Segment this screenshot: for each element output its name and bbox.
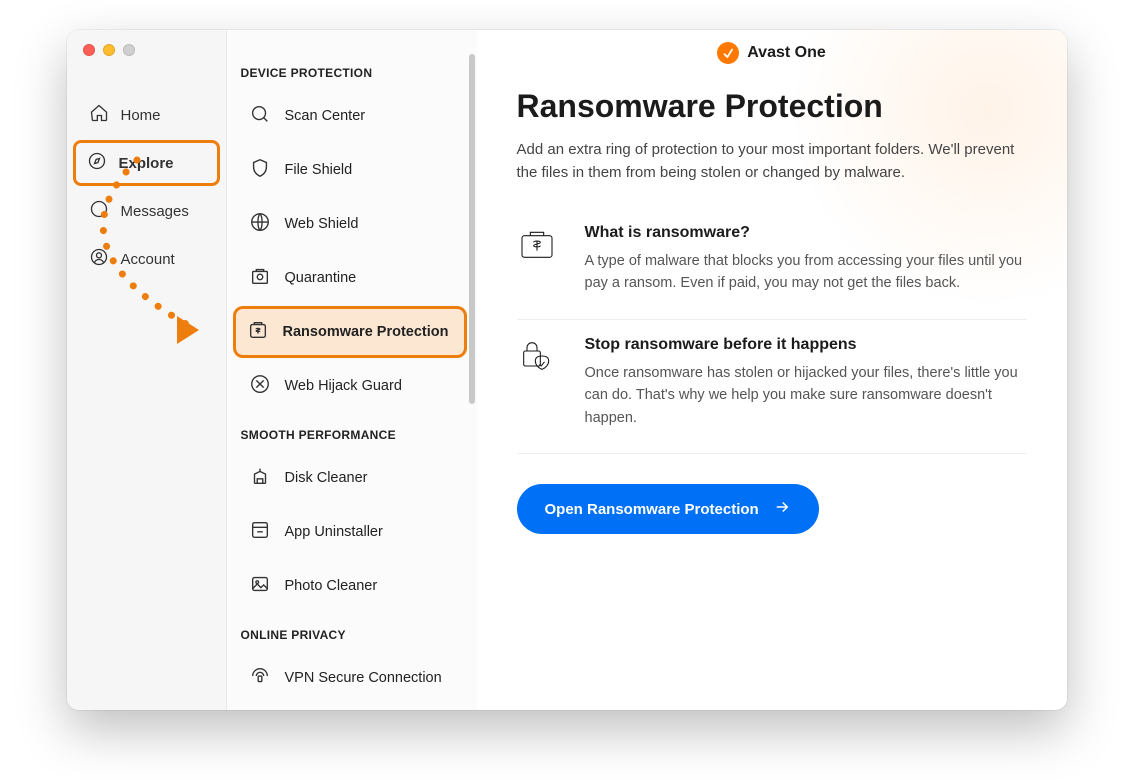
- explore-item-label: Scan Center: [285, 108, 366, 124]
- zoom-window-button[interactable]: [123, 44, 135, 56]
- messages-icon: [89, 199, 109, 223]
- explore-item-app-uninstaller[interactable]: App Uninstaller: [235, 506, 465, 558]
- explore-item-label: App Uninstaller: [285, 524, 383, 540]
- explore-item-label: Web Shield: [285, 216, 359, 232]
- app-window: Home Explore Messages Account DEVICE PRO…: [67, 30, 1067, 710]
- hijack-guard-icon: [249, 373, 271, 399]
- minimize-window-button[interactable]: [103, 44, 115, 56]
- info-block-what-is: What is ransomware? A type of malware th…: [517, 212, 1027, 315]
- sidebar-item-label: Home: [121, 107, 161, 124]
- avast-logo-icon: [717, 42, 739, 64]
- sidebar-item-account[interactable]: Account: [75, 236, 218, 282]
- explore-item-photo-cleaner[interactable]: Photo Cleaner: [235, 560, 465, 612]
- vpn-icon: [249, 665, 271, 691]
- search-icon: [249, 103, 271, 129]
- disk-cleaner-icon: [249, 465, 271, 491]
- primary-sidebar: Home Explore Messages Account: [67, 30, 227, 710]
- explore-item-disk-cleaner[interactable]: Disk Cleaner: [235, 452, 465, 504]
- info-body: A type of malware that blocks you from a…: [585, 250, 1027, 295]
- button-label: Open Ransomware Protection: [545, 501, 759, 518]
- section-header-device-protection: DEVICE PROTECTION: [227, 52, 473, 88]
- divider: [517, 319, 1027, 320]
- explore-item-label: Ransomware Protection: [283, 324, 449, 340]
- sidebar-item-label: Messages: [121, 203, 189, 220]
- explore-panel: DEVICE PROTECTION Scan Center File Shiel…: [227, 30, 477, 710]
- window-traffic-lights: [83, 44, 135, 56]
- explore-item-label: Photo Cleaner: [285, 578, 378, 594]
- section-header-online-privacy: ONLINE PRIVACY: [227, 614, 473, 650]
- explore-item-data-breach[interactable]: Data Breach Monitoring: [235, 706, 465, 710]
- quarantine-icon: [249, 265, 271, 291]
- sidebar-item-messages[interactable]: Messages: [75, 188, 218, 234]
- brand-name: Avast One: [747, 44, 826, 62]
- briefcase-dollar-icon: [517, 224, 561, 295]
- sidebar-item-explore[interactable]: Explore: [73, 140, 220, 186]
- main-content: Avast One Ransomware Protection Add an e…: [477, 30, 1067, 710]
- explore-item-quarantine[interactable]: Quarantine: [235, 252, 465, 304]
- ransom-icon: [247, 319, 269, 345]
- uninstaller-icon: [249, 519, 271, 545]
- page-subtitle: Add an extra ring of protection to your …: [517, 139, 1027, 184]
- compass-icon: [87, 151, 107, 175]
- info-block-stop: Stop ransomware before it happens Once r…: [517, 324, 1027, 449]
- sidebar-item-home[interactable]: Home: [75, 92, 218, 138]
- info-body: Once ransomware has stolen or hijacked y…: [585, 362, 1027, 429]
- photo-icon: [249, 573, 271, 599]
- globe-icon: [249, 211, 271, 237]
- explore-item-vpn[interactable]: VPN Secure Connection: [235, 652, 465, 704]
- home-icon: [89, 103, 109, 127]
- lock-shield-icon: [517, 336, 561, 429]
- info-heading: Stop ransomware before it happens: [585, 336, 1027, 354]
- shield-icon: [249, 157, 271, 183]
- explore-item-label: File Shield: [285, 162, 353, 178]
- explore-item-file-shield[interactable]: File Shield: [235, 144, 465, 196]
- explore-item-label: Disk Cleaner: [285, 470, 368, 486]
- account-icon: [89, 247, 109, 271]
- page-title: Ransomware Protection: [517, 88, 1027, 125]
- explore-scroll-area[interactable]: DEVICE PROTECTION Scan Center File Shiel…: [227, 52, 477, 710]
- explore-item-label: Quarantine: [285, 270, 357, 286]
- explore-item-web-shield[interactable]: Web Shield: [235, 198, 465, 250]
- explore-item-label: Web Hijack Guard: [285, 378, 402, 394]
- section-header-smooth-performance: SMOOTH PERFORMANCE: [227, 414, 473, 450]
- open-ransomware-protection-button[interactable]: Open Ransomware Protection: [517, 484, 819, 534]
- arrow-right-icon: [773, 498, 791, 520]
- divider: [517, 453, 1027, 454]
- explore-item-web-hijack-guard[interactable]: Web Hijack Guard: [235, 360, 465, 412]
- explore-item-ransomware-protection[interactable]: Ransomware Protection: [233, 306, 467, 358]
- explore-item-scan-center[interactable]: Scan Center: [235, 90, 465, 142]
- brand-header: Avast One: [517, 42, 1027, 64]
- explore-item-label: VPN Secure Connection: [285, 670, 442, 686]
- sidebar-item-label: Account: [121, 251, 175, 268]
- close-window-button[interactable]: [83, 44, 95, 56]
- sidebar-item-label: Explore: [119, 155, 174, 172]
- info-heading: What is ransomware?: [585, 224, 1027, 242]
